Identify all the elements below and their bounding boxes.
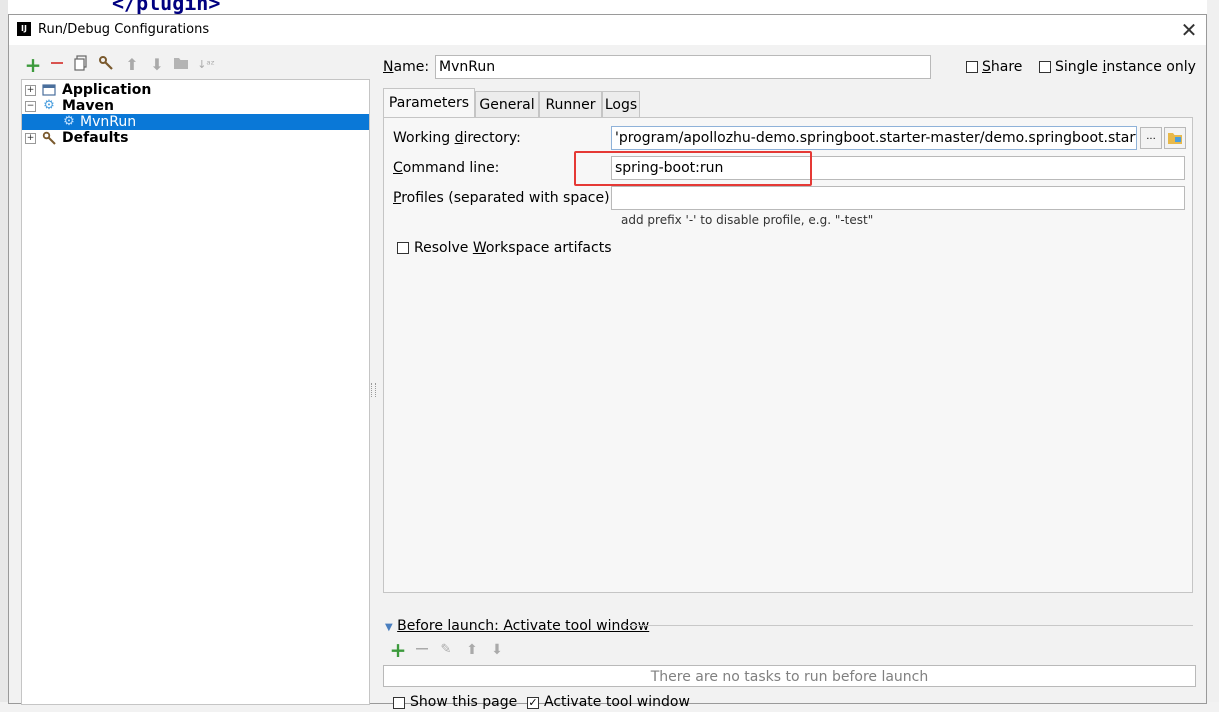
tab-parameters[interactable]: Parameters [383,88,475,117]
collapse-toggle[interactable]: − [25,101,36,112]
intellij-logo-icon: IJ [17,22,31,36]
remove-task-icon[interactable] [413,641,431,659]
command-line-label: Command line: [393,160,500,176]
tab-general[interactable]: General [475,91,539,117]
collapse-arrow-icon: ▼ [385,622,393,633]
macros-folder-button[interactable] [1164,127,1186,149]
show-this-page-checkbox[interactable] [393,697,405,709]
profiles-hint: add prefix '-' to disable profile, e.g. … [621,213,874,227]
before-launch-task-list[interactable]: There are no tasks to run before launch [383,665,1196,687]
resolve-workspace-checkbox[interactable] [397,242,409,254]
empty-tasks-text: There are no tasks to run before launch [650,669,929,685]
folder-icon[interactable] [171,55,191,75]
copy-icon[interactable] [71,55,91,75]
working-directory-input[interactable]: 'program/apollozhu-demo.springboot.start… [611,126,1137,150]
background-gutter [0,0,8,702]
background-editor: </plugin> [0,0,1219,14]
application-icon [42,83,56,97]
activate-tool-window-label: Activate tool window [544,694,690,710]
single-instance-label: Single instance only [1055,59,1196,75]
activate-tool-window-checkbox[interactable]: ✓ [527,697,539,709]
annotation-highlight-box [574,151,812,186]
tree-item-label: Application [62,82,152,98]
working-directory-label: Working directory: [393,130,521,146]
tree-item-label: Maven [62,98,114,114]
tab-logs[interactable]: Logs [602,91,640,117]
before-launch-header[interactable]: ▼ Before launch: Activate tool window [385,618,649,634]
background-right-edge [1207,0,1219,702]
single-instance-checkbox[interactable] [1039,61,1051,73]
background-code-line: </plugin> [112,0,221,14]
show-this-page-label: Show this page [410,694,518,710]
before-launch-title: Before launch: Activate tool window [397,618,650,634]
run-debug-configurations-dialog: IJ Run/Debug Configurations ✕ + ⬆ ⬇ ↓ᵃᶻ … [8,14,1207,710]
folder-icon [1168,133,1182,144]
name-label: Name: [383,59,430,75]
tree-item-mvnrun[interactable]: ⚙ MvnRun [22,114,369,130]
add-icon[interactable]: + [23,55,43,75]
edit-defaults-icon[interactable] [96,55,116,75]
dialog-title: Run/Debug Configurations [38,22,210,37]
share-label: Share [982,59,1023,75]
browse-button[interactable]: ... [1140,127,1162,149]
tree-item-maven[interactable]: − ⚙ Maven [22,98,369,114]
expand-toggle[interactable]: + [25,85,36,96]
move-task-down-icon[interactable]: ⬇ [488,641,506,659]
defaults-wrench-icon [42,131,56,145]
maven-gear-icon: ⚙ [43,98,55,113]
profiles-label: Profiles (separated with space): [393,190,615,206]
close-button[interactable]: ✕ [1176,17,1202,43]
name-input[interactable]: MvnRun [435,55,931,79]
add-task-icon[interactable]: + [389,640,407,660]
tab-runner[interactable]: Runner [539,91,602,117]
resolve-workspace-label: Resolve Workspace artifacts [414,240,612,256]
remove-icon[interactable] [47,55,67,75]
before-launch-divider [623,625,1193,626]
expand-toggle[interactable]: + [25,133,36,144]
sort-icon[interactable]: ↓ᵃᶻ [196,55,216,75]
dialog-titlebar: IJ Run/Debug Configurations ✕ [9,15,1206,45]
tree-item-label: Defaults [62,130,129,146]
tree-item-application[interactable]: + Application [22,82,369,98]
tree-item-defaults[interactable]: + Defaults [22,130,369,146]
maven-run-config-icon: ⚙ [63,114,75,129]
edit-task-icon[interactable]: ✎ [437,641,455,659]
configurations-tree: + Application − ⚙ Maven ⚙ MvnRun + Defau… [21,79,370,705]
share-checkbox[interactable] [966,61,978,73]
move-task-up-icon[interactable]: ⬆ [463,641,481,659]
tree-item-label: MvnRun [80,114,137,130]
profiles-input[interactable] [611,186,1185,210]
splitter-handle[interactable] [371,383,376,397]
move-up-icon[interactable]: ⬆ [122,55,142,75]
move-down-icon[interactable]: ⬇ [147,55,167,75]
